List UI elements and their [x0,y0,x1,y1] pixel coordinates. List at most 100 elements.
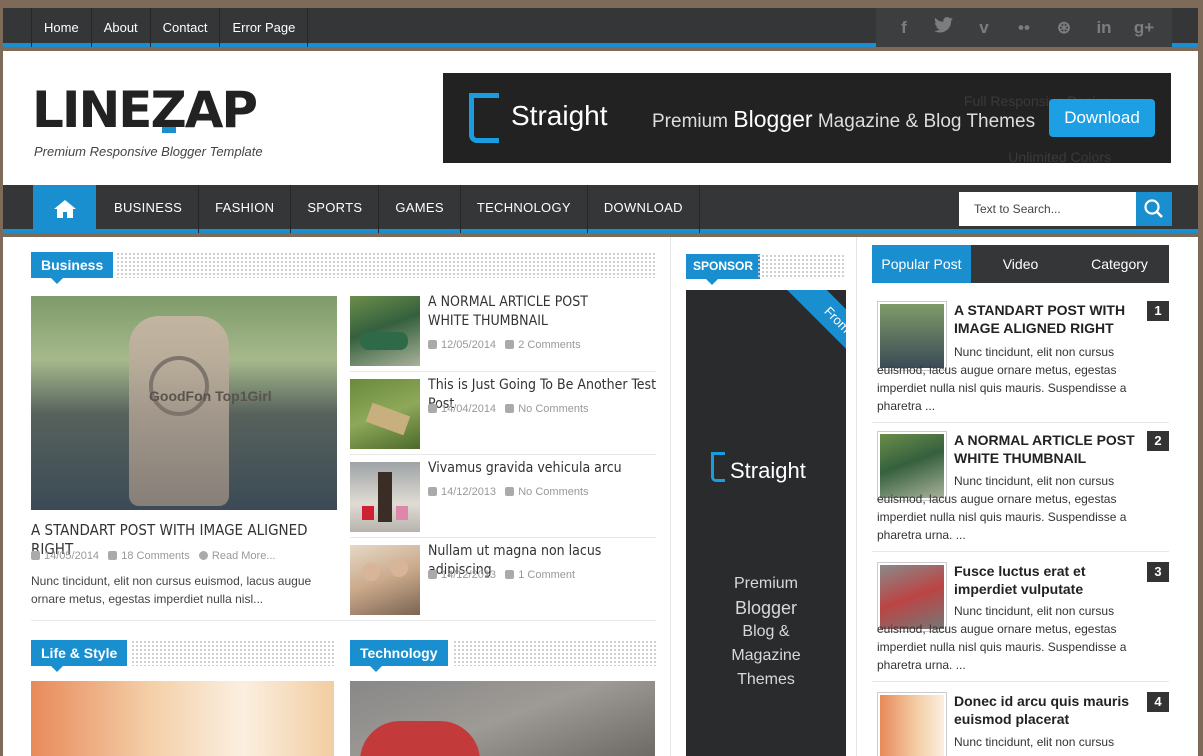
comment-icon [505,487,515,496]
top-nav-error-page[interactable]: Error Page [220,8,309,47]
tab-category[interactable]: Category [1070,245,1169,283]
site-header: LINEZAP Premium Responsive Blogger Templ… [3,51,1198,185]
googleplus-icon[interactable]: g+ [1132,18,1156,38]
popular-post-excerpt: Nunc tincidunt, elit non cursus euismod,… [877,345,1127,413]
arrow-circle-icon [198,551,208,560]
popular-post-excerpt: Nunc tincidunt, elit non cursus euismod,… [877,474,1127,542]
popular-post-title[interactable]: Donec id arcu quis mauris euismod placer… [954,692,1144,728]
popular-post-item[interactable]: Fusce luctus erat et imperdiet vulputate… [872,562,1169,682]
main-nav: BUSINESS FASHION SPORTS GAMES TECHNOLOGY… [3,185,1198,233]
section-divider [757,254,846,279]
featured-post-date: 14/05/2014 [44,550,100,562]
content-area: Business GoodFon Top1Girl A STANDART POS… [3,237,1198,756]
post-title[interactable]: Vivamus gravida vehicula arcu [428,459,658,478]
banner-tagline: Premium Blogger Magazine & Blog Themes [652,106,1035,133]
search-button[interactable] [1136,192,1172,226]
top-nav: Home About Contact Error Page [31,8,309,47]
top-nav-about[interactable]: About [92,8,151,47]
site-tagline: Premium Responsive Blogger Template [34,144,263,159]
facebook-icon[interactable]: f [892,18,916,38]
flickr-icon[interactable]: •• [1012,18,1036,38]
sidebar-tabs: Popular Post Video Category [872,245,1169,283]
sponsor-line: Premium [733,575,798,592]
divider [31,620,656,621]
dribbble-icon[interactable]: ⊛ [1052,18,1076,38]
tab-video[interactable]: Video [971,245,1070,283]
sponsor-ad[interactable]: From $45 Straight Premium Blogger Blog &… [686,290,846,756]
menu-sports[interactable]: SPORTS [291,185,380,233]
section-title-business[interactable]: Business [31,252,114,284]
popular-post-title[interactable]: Fusce luctus erat et imperdiet vulputate [954,562,1144,598]
twitter-icon[interactable] [932,17,956,38]
post-comments[interactable]: No Comments [518,486,588,498]
divider [872,681,1169,682]
featured-post-excerpt: Nunc tincidunt, elit non cursus euismod,… [31,574,312,606]
banner-download-button[interactable]: Download [1049,99,1155,137]
post-date: 14/12/2013 [441,486,497,498]
featured-post-comments[interactable]: 18 Comments [121,550,189,562]
sponsor-ribbon: From $45 [765,290,846,410]
logo-text-3: AP [184,81,258,139]
banner-rest: Magazine & Blog Themes [817,111,1036,132]
banner-premium: Premium [652,111,729,132]
home-button[interactable] [33,185,96,233]
top-nav-contact[interactable]: Contact [151,8,221,47]
post-meta: 14/12/2013 No Comments [428,486,589,498]
popular-post-rank: 1 [1147,301,1169,321]
section-title-life-style[interactable]: Life & Style [31,640,128,672]
popular-post-item[interactable]: A NORMAL ARTICLE POST WHITE THUMBNAIL 2 … [872,431,1169,551]
menu-technology[interactable]: TECHNOLOGY [461,185,588,233]
search-icon [1144,199,1163,218]
technology-featured-image[interactable] [350,681,655,756]
site-logo[interactable]: LINEZAP [32,81,258,139]
divider [350,537,656,538]
post-thumbnail[interactable] [350,296,420,366]
post-thumbnail[interactable] [350,545,420,615]
divider [872,422,1169,423]
popular-post-excerpt: Nunc tincidunt, elit non cursus euismod,… [877,604,1127,672]
post-date: 14/12/2013 [441,569,497,581]
top-bar: Home About Contact Error Page f v •• ⊛ i… [3,8,1198,47]
divider [872,551,1169,552]
banner-brand: Straight [511,100,608,131]
home-icon [53,200,76,218]
calendar-icon [428,487,437,496]
menu-games[interactable]: GAMES [379,185,461,233]
social-links: f v •• ⊛ in g+ [876,8,1172,47]
post-title[interactable]: A NORMAL ARTICLE POST WHITE THUMBNAIL [428,293,608,331]
featured-read-more[interactable]: Read More... [212,550,276,562]
tab-popular-post[interactable]: Popular Post [872,245,971,283]
sponsor-line: Blog & [742,623,790,640]
divider [350,454,656,455]
post-comments[interactable]: No Comments [518,403,588,415]
search-input[interactable] [959,192,1134,226]
post-thumbnail[interactable] [350,462,420,532]
search-box [959,192,1172,226]
menu-fashion[interactable]: FASHION [199,185,292,233]
post-comments[interactable]: 1 Comment [518,569,575,581]
banner-bg-line-2: Unlimited Colors [1008,149,1111,165]
straight-logo-icon [711,452,725,482]
vimeo-icon[interactable]: v [972,18,996,38]
popular-post-item[interactable]: Donec id arcu quis mauris euismod placer… [872,692,1169,756]
menu-business[interactable]: BUSINESS [98,185,200,233]
section-title-technology[interactable]: Technology [350,640,448,672]
comment-icon [505,340,515,349]
column-divider [670,237,671,756]
linkedin-icon[interactable]: in [1092,18,1116,38]
popular-post-item[interactable]: A STANDART POST WITH IMAGE ALIGNED RIGHT… [872,301,1169,421]
section-divider [453,640,656,666]
post-thumbnail[interactable] [350,379,420,449]
featured-image[interactable]: GoodFon Top1Girl [31,296,337,510]
menu-download[interactable]: DOWNLOAD [588,185,700,233]
popular-post-title[interactable]: A NORMAL ARTICLE POST WHITE THUMBNAIL [954,431,1144,467]
featured-post-meta: 14/05/2014 18 Comments Read More... [31,550,275,562]
straight-logo-icon [469,93,499,143]
lifestyle-featured-image[interactable] [31,681,334,756]
post-meta: 14/04/2014 No Comments [428,403,589,415]
header-ad-banner[interactable]: Full Responsive Design Unlimited Colors … [443,73,1171,165]
popular-post-title[interactable]: A STANDART POST WITH IMAGE ALIGNED RIGHT [954,301,1144,337]
top-nav-home[interactable]: Home [31,8,92,47]
post-comments[interactable]: 2 Comments [518,339,580,351]
logo-text-2: Z [150,81,186,139]
